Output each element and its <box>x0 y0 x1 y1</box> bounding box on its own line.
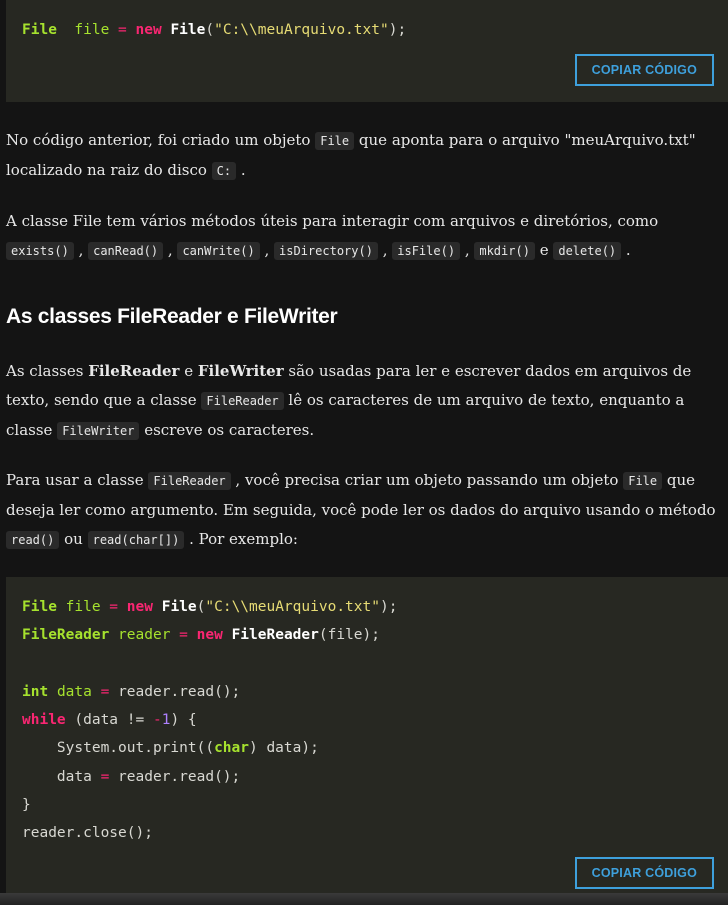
inline-code: C: <box>211 162 237 180</box>
inline-code: exists() <box>6 242 74 260</box>
inline-code: mkdir() <box>474 242 535 260</box>
inline-code: FileReader <box>148 472 231 490</box>
code-line: FileReader reader = new FileReader(file)… <box>22 627 380 644</box>
bold-term: FileWriter <box>197 362 284 380</box>
copy-code-button[interactable]: COPIAR CÓDIGO <box>574 857 714 889</box>
code-line: File file = new File("C:\\meuArquivo.txt… <box>22 599 398 615</box>
code-line: File file = new File("C:\\meuArquivo.txt… <box>22 22 407 38</box>
code-line: while (data != -1) { <box>22 712 197 729</box>
code-line: reader.close(); <box>22 825 153 842</box>
inline-code: isFile() <box>392 242 461 260</box>
inline-code: read() <box>6 531 60 549</box>
code-block-file-creation: File file = new File("C:\\meuArquivo.txt… <box>6 0 728 102</box>
code-line: int data = reader.read(); <box>22 683 241 700</box>
inline-code: File <box>315 132 355 150</box>
code-line: data = reader.read(); <box>22 768 241 785</box>
code-block-filereader-example: File file = new File("C:\\meuArquivo.txt… <box>6 577 728 893</box>
section-heading: As classes FileReader e FileWriter <box>6 305 338 328</box>
inline-code: File <box>623 472 663 490</box>
inline-code: canWrite() <box>177 242 260 260</box>
inline-code: delete() <box>553 242 622 260</box>
inline-code: FileWriter <box>57 422 140 440</box>
copy-code-button[interactable]: COPIAR CÓDIGO <box>574 54 714 86</box>
code-line: } <box>22 797 31 814</box>
paragraph-file-methods: A classe File tem vários métodos úteis p… <box>6 212 659 260</box>
inline-code: canRead() <box>88 242 164 260</box>
code-content: File file = new File("C:\\meuArquivo.txt… <box>22 593 397 848</box>
paragraph-filereader-usage: Para usar a classe FileReader , você pre… <box>6 471 716 549</box>
bold-term: FileReader <box>88 362 180 380</box>
code-line: System.out.print((char) data); <box>22 740 319 757</box>
bottom-scroll-edge <box>0 893 728 905</box>
inline-code: read(char[]) <box>87 531 185 549</box>
paragraph-reader-writer-intro: As classes FileReader e FileWriter são u… <box>6 362 692 440</box>
code-content: File file = new File("C:\\meuArquivo.txt… <box>22 16 406 44</box>
paragraph-file-explanation: No código anterior, foi criado um objeto… <box>6 131 696 180</box>
inline-code: isDirectory() <box>274 242 378 260</box>
inline-code: FileReader <box>201 392 284 410</box>
